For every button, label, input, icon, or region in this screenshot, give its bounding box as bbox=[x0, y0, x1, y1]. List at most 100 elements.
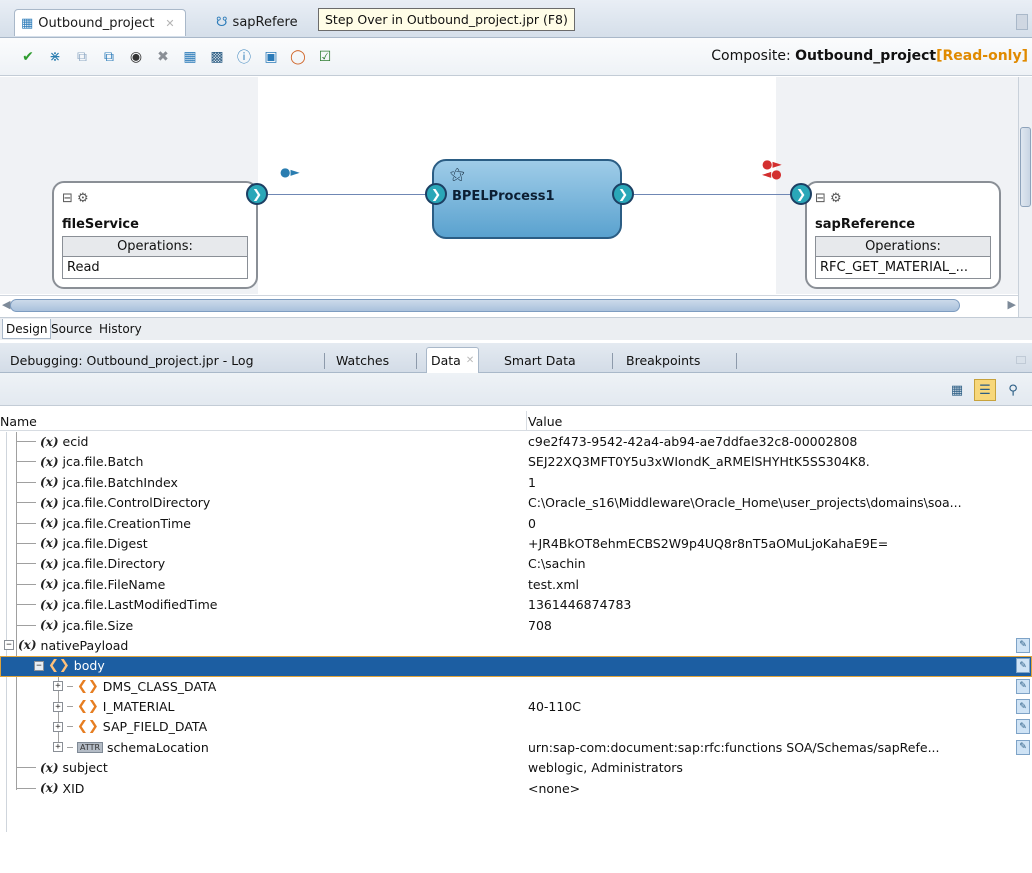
table-row[interactable]: (x) jca.file.ControlDirectory C:\Oracle_s… bbox=[0, 493, 1032, 513]
composite-canvas[interactable]: ●► ●► ◄● ⊟ ⚙ fileService Operations: Read… bbox=[0, 77, 1032, 294]
tab-debug-log[interactable]: Debugging: Outbound_project.jpr - Log bbox=[6, 347, 258, 373]
info-icon[interactable]: ⓘ bbox=[234, 47, 254, 67]
binoculars-icon[interactable]: ◉ bbox=[126, 47, 146, 67]
table-row[interactable]: (x) jca.file.LastModifiedTime 13614468747… bbox=[0, 595, 1032, 615]
grid-icon[interactable]: ▩ bbox=[207, 47, 227, 67]
bpel-title: BPELProcess1 bbox=[452, 189, 555, 204]
close-icon[interactable]: ✕ bbox=[165, 17, 174, 30]
variable-icon: (x) bbox=[40, 495, 59, 510]
table-row[interactable]: + ❮❯ SAP_FIELD_DATA ✎ bbox=[0, 717, 1032, 737]
minimize-button[interactable] bbox=[1016, 356, 1026, 364]
table-row[interactable]: (x) XID <none> bbox=[0, 779, 1032, 799]
column-name-header[interactable]: Name bbox=[0, 414, 37, 429]
operations-label: Operations: bbox=[63, 237, 247, 257]
wireless-icon[interactable]: ⋇ bbox=[45, 47, 65, 67]
variable-icon: (x) bbox=[40, 597, 59, 612]
element-icon: ❮❯ bbox=[77, 719, 99, 735]
variable-icon: (x) bbox=[40, 577, 59, 592]
column-value-header[interactable]: Value bbox=[528, 414, 562, 429]
operations-box: Operations: Read bbox=[62, 236, 248, 279]
tab-outbound-project[interactable]: ▦ Outbound_project ✕ bbox=[14, 9, 186, 36]
scroll-thumb[interactable] bbox=[10, 299, 960, 312]
plug-icon: ⊟ ⚙ bbox=[815, 191, 842, 206]
variable-icon: (x) bbox=[40, 516, 59, 531]
table-view-icon[interactable]: ▦ bbox=[946, 379, 968, 401]
table-row[interactable]: + ❮❯ DMS_CLASS_DATA ✎ bbox=[0, 677, 1032, 697]
editor-tab-bar: ▦ Outbound_project ✕ ☋ sapRefere Step Ov… bbox=[0, 0, 1032, 38]
bpel-process[interactable]: ⚝ BPELProcess1 bbox=[432, 159, 622, 239]
reference-port[interactable]: ❯ bbox=[790, 183, 812, 205]
find-icon[interactable]: ⚲ bbox=[1002, 379, 1024, 401]
scroll-thumb[interactable] bbox=[1020, 127, 1031, 207]
variable-icon: (x) bbox=[40, 475, 59, 490]
table-row-selected[interactable]: − ❮❯ body ✎ bbox=[0, 656, 1032, 677]
tree-view-icon[interactable]: ☰ bbox=[974, 379, 996, 401]
layers-icon[interactable]: ⧉ bbox=[99, 47, 119, 67]
table-row[interactable]: (x) jca.file.Size 708 bbox=[0, 616, 1032, 636]
canvas-vertical-scrollbar[interactable] bbox=[1018, 77, 1032, 317]
debug-tab-bar: Debugging: Outbound_project.jpr - Log Wa… bbox=[0, 343, 1032, 373]
variable-icon: (x) bbox=[40, 781, 59, 796]
tab-smart-data[interactable]: Smart Data bbox=[500, 347, 580, 373]
tab-label: sapRefere bbox=[232, 15, 298, 30]
scroll-right-icon[interactable]: ▶ bbox=[1008, 298, 1016, 311]
edit-value-icon[interactable]: ✎ bbox=[1016, 719, 1030, 735]
table-row[interactable]: (x) jca.file.Directory C:\sachin bbox=[0, 554, 1032, 574]
reference-icon: ☋ bbox=[216, 15, 228, 30]
tab-breakpoints[interactable]: Breakpoints bbox=[622, 347, 704, 373]
window-icon[interactable]: ▣ bbox=[261, 47, 281, 67]
collapse-icon[interactable]: − bbox=[4, 640, 14, 651]
table-row[interactable]: (x) jca.file.Digest +JR4BkOT8ehmECBS2W9p4… bbox=[0, 534, 1032, 554]
wire-file-to-bpel[interactable] bbox=[262, 194, 432, 195]
canvas-horizontal-scrollbar[interactable]: ◀ ▶ bbox=[0, 295, 1018, 315]
delete-icon[interactable]: ✖ bbox=[153, 47, 173, 67]
expand-icon[interactable]: + bbox=[53, 742, 63, 753]
table-row[interactable]: + ATTR schemaLocation urn:sap-com:document… bbox=[0, 738, 1032, 758]
table-row[interactable]: (x) ecid c9e2f473-9542-42a4-ab94-ae7ddfae… bbox=[0, 432, 1032, 452]
expand-icon[interactable]: + bbox=[53, 701, 63, 712]
tasks-icon[interactable]: ☑ bbox=[315, 47, 335, 67]
view-tabs: Design Source History bbox=[0, 317, 1032, 340]
edit-value-icon[interactable]: ✎ bbox=[1016, 739, 1030, 755]
sap-reference[interactable]: ⊟ ⚙ sapReference Operations: RFC_GET_MAT… bbox=[805, 181, 1001, 289]
collapse-icon[interactable]: − bbox=[34, 660, 44, 671]
wire-bpel-to-sap[interactable] bbox=[627, 194, 795, 195]
attribute-icon: ATTR bbox=[77, 741, 104, 753]
tab-data[interactable]: Data ✕ bbox=[426, 347, 480, 373]
service-title: fileService bbox=[62, 217, 139, 232]
table-row[interactable]: (x) jca.file.Batch SEJ22XQ3MFT0Y5u3xWIond… bbox=[0, 452, 1032, 472]
edit-value-icon[interactable]: ✎ bbox=[1016, 637, 1030, 653]
check-icon[interactable]: ✔ bbox=[18, 47, 38, 67]
edit-value-icon[interactable]: ✎ bbox=[1016, 658, 1030, 674]
edit-value-icon[interactable]: ✎ bbox=[1016, 699, 1030, 715]
operation-name: Read bbox=[63, 257, 247, 278]
copy-icon[interactable]: ⧉ bbox=[72, 47, 92, 67]
reference-title: sapReference bbox=[815, 217, 916, 232]
tab-source[interactable]: Source bbox=[48, 319, 95, 339]
variable-icon: (x) bbox=[40, 556, 59, 571]
tab-history[interactable]: History bbox=[96, 319, 145, 339]
table-row[interactable]: (x) subject weblogic, Administrators bbox=[0, 758, 1032, 778]
bpel-output-port[interactable]: ❯ bbox=[612, 183, 634, 205]
edit-value-icon[interactable]: ✎ bbox=[1016, 678, 1030, 694]
component-icon[interactable]: ▦ bbox=[180, 47, 200, 67]
table-row[interactable]: − (x) nativePayload ✎ bbox=[0, 636, 1032, 656]
tab-design[interactable]: Design bbox=[2, 319, 52, 339]
variable-icon: (x) bbox=[40, 454, 59, 469]
tab-sap-reference[interactable]: ☋ sapRefere bbox=[210, 9, 308, 36]
tab-watches[interactable]: Watches bbox=[332, 347, 393, 373]
readonly-badge: [Read-only] bbox=[936, 48, 1028, 64]
expand-icon[interactable]: + bbox=[53, 681, 63, 692]
table-row[interactable]: (x) jca.file.BatchIndex 1 bbox=[0, 473, 1032, 493]
table-row[interactable]: + ❮❯ I_MATERIAL 40-110C ✎ bbox=[0, 697, 1032, 717]
composite-title: Composite: Outbound_project[Read-only] bbox=[711, 48, 1028, 64]
table-row[interactable]: (x) jca.file.CreationTime 0 bbox=[0, 514, 1032, 534]
service-port[interactable]: ❯ bbox=[246, 183, 268, 205]
close-icon[interactable]: ✕ bbox=[466, 355, 474, 366]
table-row[interactable]: (x) jca.file.FileName test.xml bbox=[0, 575, 1032, 595]
bug-icon[interactable]: ◯ bbox=[288, 47, 308, 67]
expand-icon[interactable]: + bbox=[53, 721, 63, 732]
tab-list-button[interactable] bbox=[1016, 14, 1028, 30]
bpel-input-port[interactable]: ❯ bbox=[425, 183, 447, 205]
file-service[interactable]: ⊟ ⚙ fileService Operations: Read bbox=[52, 181, 258, 289]
